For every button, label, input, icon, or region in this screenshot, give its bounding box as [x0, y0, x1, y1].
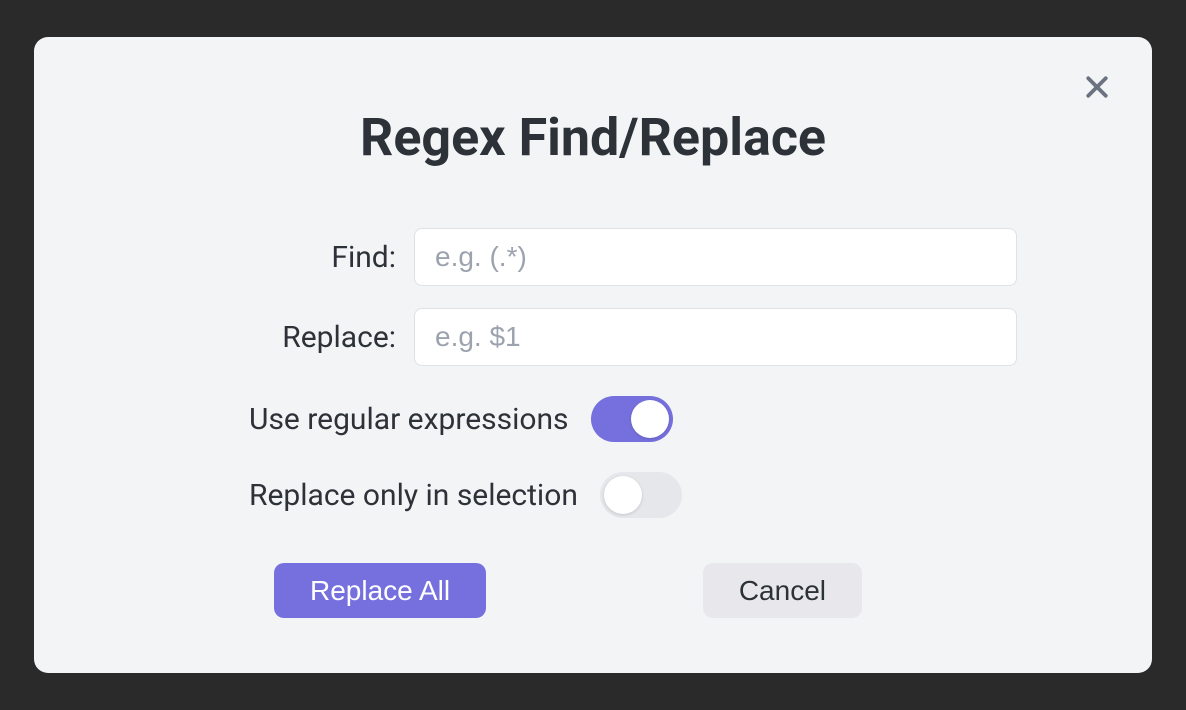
replace-all-button[interactable]: Replace All	[274, 563, 486, 618]
find-replace-dialog: Regex Find/Replace Find: Replace: Use re…	[34, 37, 1152, 673]
dialog-title: Regex Find/Replace	[74, 107, 1112, 168]
use-regex-label: Use regular expressions	[249, 402, 569, 437]
use-regex-row: Use regular expressions	[74, 396, 1112, 442]
use-regex-toggle[interactable]	[591, 396, 673, 442]
replace-input[interactable]	[414, 308, 1017, 366]
selection-only-row: Replace only in selection	[74, 472, 1112, 518]
toggle-knob	[604, 476, 642, 514]
find-row: Find:	[74, 228, 1112, 286]
cancel-button[interactable]: Cancel	[703, 563, 862, 618]
button-row: Replace All Cancel	[74, 563, 1112, 618]
replace-row: Replace:	[74, 308, 1112, 366]
selection-only-label: Replace only in selection	[249, 478, 578, 513]
close-button[interactable]	[1077, 67, 1117, 107]
selection-only-toggle[interactable]	[600, 472, 682, 518]
close-icon	[1082, 72, 1112, 102]
find-label: Find:	[74, 240, 414, 275]
toggle-knob	[631, 400, 669, 438]
replace-label: Replace:	[74, 320, 414, 355]
find-input[interactable]	[414, 228, 1017, 286]
